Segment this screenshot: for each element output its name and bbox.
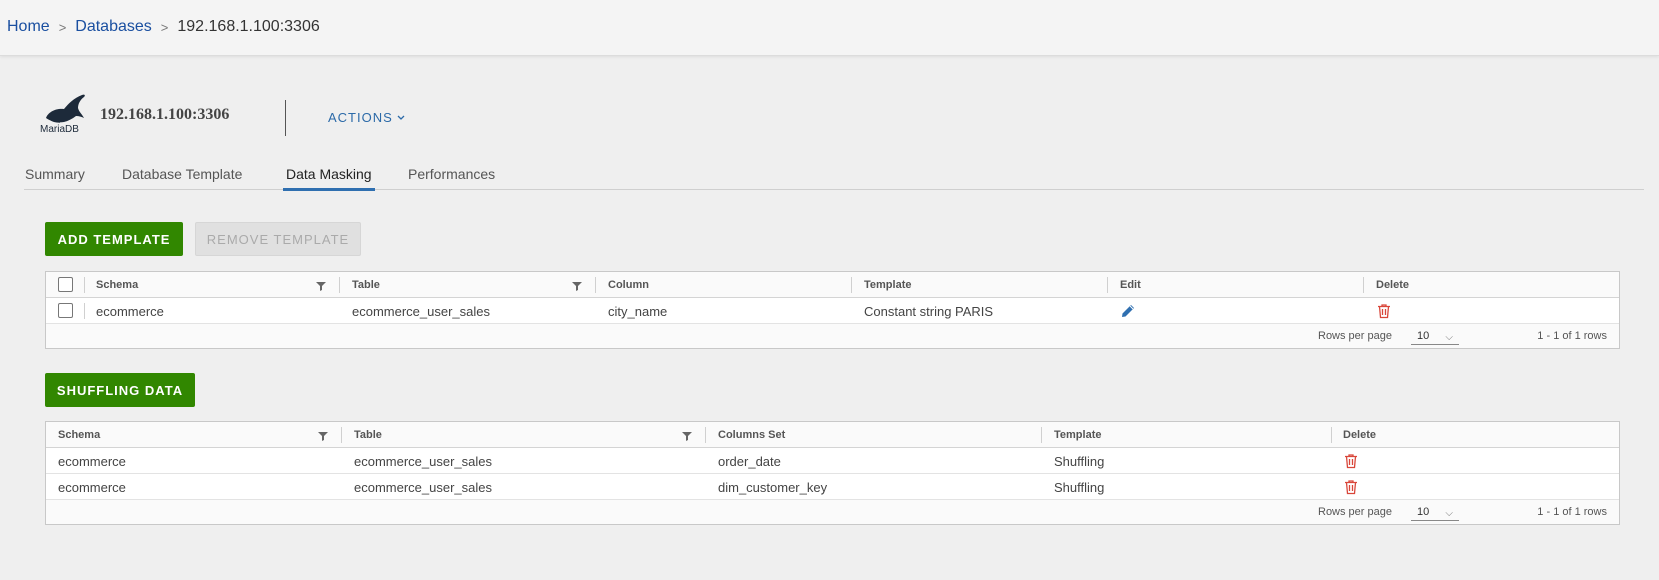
- column-header-table[interactable]: Table: [352, 272, 380, 298]
- column-header-template[interactable]: Template: [1054, 422, 1101, 448]
- tab-database-template[interactable]: Database Template: [122, 166, 242, 188]
- header-divider: [285, 100, 286, 136]
- add-template-button[interactable]: ADD TEMPLATE: [45, 222, 183, 256]
- column-separator: [84, 277, 85, 293]
- column-separator: [1041, 427, 1042, 443]
- actions-dropdown[interactable]: ACTIONS: [328, 110, 405, 125]
- column-separator: [339, 277, 340, 293]
- column-header-template[interactable]: Template: [864, 272, 911, 298]
- tab-data-masking[interactable]: Data Masking: [283, 166, 375, 191]
- cell-template: Shuffling: [1054, 479, 1105, 495]
- remove-template-button[interactable]: REMOVE TEMPLATE: [195, 222, 361, 256]
- column-header-columns-set[interactable]: Columns Set: [718, 422, 785, 448]
- actions-label: ACTIONS: [328, 110, 393, 125]
- database-header: MariaDB 192.168.1.100:3306 ACTIONS: [38, 92, 438, 136]
- cell-template: Constant string PARIS: [864, 303, 994, 319]
- pencil-icon[interactable]: [1120, 303, 1136, 319]
- column-separator: [341, 427, 342, 443]
- rows-per-page-select[interactable]: 10 ⌵: [1411, 327, 1459, 345]
- column-separator: [595, 277, 596, 293]
- column-header-column[interactable]: Column: [608, 272, 649, 298]
- row-checkbox[interactable]: [58, 303, 73, 318]
- filter-icon[interactable]: [318, 431, 328, 441]
- column-separator: [1363, 277, 1364, 293]
- column-header-delete: Delete: [1343, 429, 1377, 441]
- cell-columns-set: order_date: [718, 453, 781, 469]
- filter-icon[interactable]: [682, 431, 692, 441]
- table-row[interactable]: ecommerce ecommerce_user_sales dim_custo…: [46, 474, 1619, 500]
- breadcrumb: Home > Databases > 192.168.1.100:3306: [7, 18, 320, 36]
- rows-per-page-label: Rows per page: [1318, 506, 1392, 518]
- column-separator: [705, 427, 706, 443]
- table-row[interactable]: ecommerce ecommerce_user_sales order_dat…: [46, 448, 1619, 474]
- column-header-schema[interactable]: Schema: [96, 272, 138, 298]
- cell-schema: ecommerce: [58, 479, 126, 495]
- filter-icon[interactable]: [572, 281, 582, 291]
- grid-footer: Rows per page 10 ⌵ 1 - 1 of 1 rows: [46, 324, 1619, 348]
- column-separator: [1107, 277, 1108, 293]
- masking-templates-grid: Schema Table Column Template Edit Delete…: [45, 271, 1620, 349]
- cell-column: city_name: [608, 303, 668, 319]
- chevron-down-icon: ⌵: [1445, 508, 1453, 519]
- breadcrumb-databases-link[interactable]: Databases: [75, 18, 152, 36]
- column-header-edit: Edit: [1120, 279, 1141, 291]
- column-separator: [1331, 427, 1332, 443]
- breadcrumb-separator: >: [160, 19, 169, 35]
- column-header-table[interactable]: Table: [354, 422, 382, 448]
- pagination-info: 1 - 1 of 1 rows: [1537, 506, 1607, 518]
- column-header-delete: Delete: [1376, 279, 1410, 291]
- logo-text: MariaDB: [40, 124, 79, 135]
- tab-summary[interactable]: Summary: [25, 166, 85, 188]
- cell-table: ecommerce_user_sales: [354, 453, 493, 469]
- chevron-down-icon: ⌵: [1445, 332, 1453, 343]
- shuffling-grid: Schema Table Columns Set Template Delete…: [45, 421, 1620, 525]
- grid-footer: Rows per page 10 ⌵ 1 - 1 of 1 rows: [46, 500, 1619, 524]
- grid-header: Schema Table Columns Set Template Delete: [46, 422, 1619, 448]
- cell-template: Shuffling: [1054, 453, 1105, 469]
- rows-per-page-value: 10: [1417, 506, 1430, 518]
- table-row[interactable]: ecommerce ecommerce_user_sales city_name…: [46, 298, 1619, 324]
- select-all-checkbox[interactable]: [58, 277, 73, 292]
- database-title: 192.168.1.100:3306: [100, 106, 230, 123]
- breadcrumb-home-link[interactable]: Home: [7, 18, 50, 36]
- cell-schema: ecommerce: [96, 303, 164, 319]
- rows-per-page-value: 10: [1417, 330, 1430, 342]
- grid-header: Schema Table Column Template Edit Delete: [46, 272, 1619, 298]
- cell-schema: ecommerce: [58, 453, 126, 469]
- chevron-down-icon: [397, 115, 405, 120]
- column-separator: [851, 277, 852, 293]
- shuffling-data-button[interactable]: SHUFFLING DATA: [45, 373, 195, 407]
- column-separator: [84, 303, 85, 319]
- column-header-schema[interactable]: Schema: [58, 422, 100, 448]
- breadcrumb-current: 192.168.1.100:3306: [177, 18, 320, 35]
- tab-performances[interactable]: Performances: [408, 166, 495, 188]
- trash-icon[interactable]: [1343, 453, 1359, 469]
- cell-table: ecommerce_user_sales: [354, 479, 493, 495]
- breadcrumb-separator: >: [58, 19, 67, 35]
- filter-icon[interactable]: [316, 281, 326, 291]
- trash-icon[interactable]: [1343, 479, 1359, 495]
- trash-icon[interactable]: [1376, 303, 1392, 319]
- pagination-info: 1 - 1 of 1 rows: [1537, 330, 1607, 342]
- rows-per-page-select[interactable]: 10 ⌵: [1411, 503, 1459, 521]
- tab-bar: Summary Database Template Data Masking P…: [24, 160, 1644, 191]
- cell-columns-set: dim_customer_key: [718, 479, 828, 495]
- top-bar: Home > Databases > 192.168.1.100:3306: [0, 0, 1659, 56]
- cell-table: ecommerce_user_sales: [352, 303, 491, 319]
- rows-per-page-label: Rows per page: [1318, 330, 1392, 342]
